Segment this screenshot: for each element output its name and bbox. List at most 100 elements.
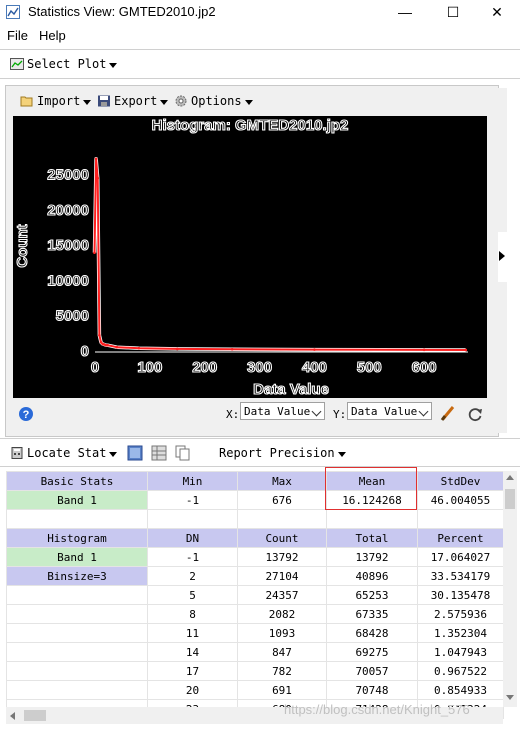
value-cell[interactable]: 0.854933 <box>417 680 504 700</box>
table-row[interactable]: Band 1 -1 13792 13792 17.064027 <box>6 547 504 567</box>
scrollbar-thumb[interactable] <box>505 489 515 509</box>
data-point <box>93 251 96 255</box>
stddev-cell[interactable]: 46.004055 <box>417 490 504 510</box>
row-label-cell[interactable]: Binsize=3 <box>6 566 148 586</box>
table-vertical-scrollbar[interactable] <box>503 471 517 707</box>
value-cell[interactable]: 24357 <box>237 585 327 605</box>
value-cell[interactable]: 17 <box>147 661 238 681</box>
view-grid-icon[interactable] <box>151 445 167 461</box>
min-cell[interactable]: -1 <box>147 490 238 510</box>
table-row[interactable]: 8 2082 67335 2.575936 <box>6 604 504 624</box>
value-cell[interactable]: 847 <box>237 642 327 662</box>
select-plot-button[interactable]: Select Plot <box>10 57 118 71</box>
paint-brush-icon[interactable] <box>440 405 456 421</box>
value-cell[interactable]: 70748 <box>326 680 418 700</box>
table-row[interactable]: 5 24357 65253 30.135478 <box>6 585 504 605</box>
value-cell[interactable]: 2 <box>147 566 238 586</box>
row-label-cell[interactable]: Band 1 <box>6 547 148 567</box>
table-row[interactable]: 14 847 69275 1.047943 <box>6 642 504 662</box>
value-cell[interactable]: 69275 <box>326 642 418 662</box>
statistics-table: Basic Stats Min Max Mean StdDev Band 1 -… <box>6 471 504 719</box>
options-button[interactable]: Options <box>174 94 253 108</box>
import-button[interactable]: Import <box>20 94 92 108</box>
minimize-icon: — <box>398 4 412 20</box>
locate-stat-button[interactable]: Locate Stat <box>10 446 118 460</box>
value-cell[interactable]: 1.047943 <box>417 642 504 662</box>
refresh-icon[interactable] <box>467 406 483 422</box>
value-cell[interactable]: 782 <box>237 661 327 681</box>
value-cell[interactable]: 2082 <box>237 604 327 624</box>
x-tick-label: 600 <box>412 359 437 376</box>
value-cell[interactable]: 8 <box>147 604 238 624</box>
value-cell[interactable]: 20 <box>147 680 238 700</box>
copy-icon[interactable] <box>175 445 191 461</box>
value-cell[interactable]: 70057 <box>326 661 418 681</box>
scroll-left-icon[interactable] <box>10 712 15 720</box>
locate-stat-label: Locate Stat <box>27 446 107 460</box>
header-cell: Total <box>326 528 418 548</box>
max-cell[interactable]: 676 <box>237 490 327 510</box>
minimize-button[interactable]: — <box>382 0 428 24</box>
value-cell[interactable]: 11 <box>147 623 238 643</box>
row-label-cell[interactable] <box>6 623 148 643</box>
expand-right-icon[interactable] <box>499 251 505 261</box>
scroll-down-icon[interactable] <box>506 695 514 700</box>
header-cell: Min <box>147 471 238 491</box>
value-cell[interactable]: 0.967522 <box>417 661 504 681</box>
close-button[interactable]: ✕ <box>474 0 520 24</box>
import-label: Import <box>37 94 81 108</box>
value-cell[interactable]: 65253 <box>326 585 418 605</box>
value-cell[interactable]: 67335 <box>326 604 418 624</box>
x-tick-label: 300 <box>247 359 272 376</box>
table-row[interactable]: 11 1093 68428 1.352304 <box>6 623 504 643</box>
row-label-cell[interactable] <box>6 680 148 700</box>
data-point <box>106 343 109 347</box>
scrollbar-thumb[interactable] <box>24 710 46 721</box>
maximize-button[interactable]: ☐ <box>430 0 476 24</box>
value-cell[interactable]: 1.352304 <box>417 623 504 643</box>
plot-icon <box>10 58 24 70</box>
y-axis-title: Count <box>14 224 31 267</box>
table-row[interactable]: 17 782 70057 0.967522 <box>6 661 504 681</box>
value-cell[interactable]: 30.135478 <box>417 585 504 605</box>
calculator-icon <box>11 447 23 459</box>
value-cell[interactable]: 17.064027 <box>417 547 504 567</box>
value-cell[interactable]: 14 <box>147 642 238 662</box>
value-cell[interactable]: 68428 <box>326 623 418 643</box>
value-cell[interactable]: 691 <box>237 680 327 700</box>
row-label-cell[interactable] <box>6 604 148 624</box>
value-cell[interactable]: 33.534179 <box>417 566 504 586</box>
help-icon[interactable]: ? <box>18 406 34 422</box>
value-cell[interactable]: 13792 <box>237 547 327 567</box>
y-tick-label: 0 <box>81 343 89 360</box>
export-button[interactable]: Export <box>97 94 169 108</box>
data-point <box>175 347 179 351</box>
scroll-up-icon[interactable] <box>506 475 514 480</box>
data-point <box>422 348 426 352</box>
menu-file[interactable]: File <box>7 28 28 43</box>
value-cell[interactable]: 40896 <box>326 566 418 586</box>
x-tick-label: 400 <box>302 359 327 376</box>
chevron-down-icon <box>109 62 118 68</box>
band-label-cell[interactable]: Band 1 <box>6 490 148 510</box>
value-cell[interactable]: 27104 <box>237 566 327 586</box>
value-cell[interactable]: 2.575936 <box>417 604 504 624</box>
value-cell[interactable]: -1 <box>147 547 238 567</box>
row-label-cell[interactable] <box>6 585 148 605</box>
value-cell[interactable]: 13792 <box>326 547 418 567</box>
table-row[interactable]: Binsize=3 2 27104 40896 33.534179 <box>6 566 504 586</box>
value-cell[interactable]: 5 <box>147 585 238 605</box>
menu-help[interactable]: Help <box>39 28 66 43</box>
y-axis-select[interactable]: Data Value <box>347 402 432 420</box>
basic-stats-row[interactable]: Band 1 -1 676 16.124268 46.004055 <box>6 490 504 510</box>
chart-title: Histogram: GMTED2010.jp2 <box>152 117 349 134</box>
table-row[interactable]: 20 691 70748 0.854933 <box>6 680 504 700</box>
x-axis-select[interactable]: Data Value <box>240 402 325 420</box>
report-precision-button[interactable]: Report Precision <box>219 446 346 460</box>
header-cell: Histogram <box>6 528 148 548</box>
row-label-cell[interactable] <box>6 661 148 681</box>
histogram-plot[interactable]: Histogram: GMTED2010.jp2 Data Value Count 0… <box>13 116 487 399</box>
row-label-cell[interactable] <box>6 642 148 662</box>
value-cell[interactable]: 1093 <box>237 623 327 643</box>
view-single-icon[interactable] <box>127 445 143 461</box>
